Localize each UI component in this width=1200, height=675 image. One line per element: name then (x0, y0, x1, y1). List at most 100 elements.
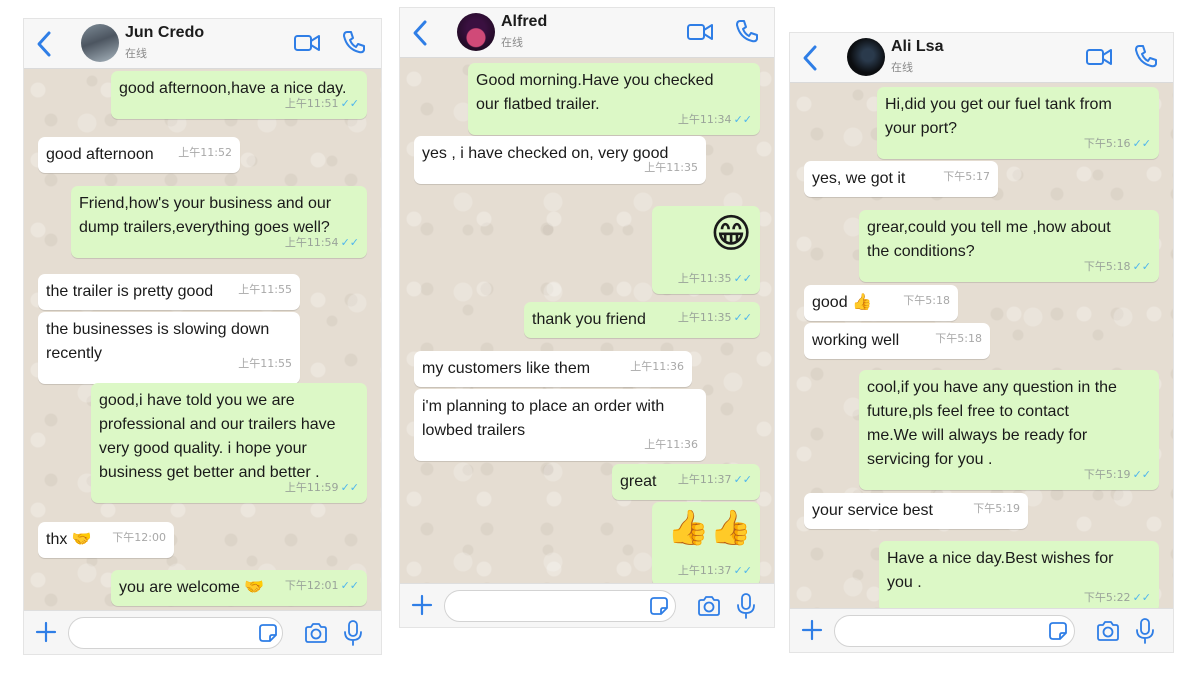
video-camera-icon[interactable] (293, 31, 321, 55)
message-bubble-outgoing[interactable]: great 上午11:37 ✓✓ (612, 464, 760, 500)
message-time: 上午11:35 (677, 272, 732, 285)
message-bubble-outgoing[interactable]: cool,if you have any question in the fut… (859, 370, 1159, 490)
message-bubble-incoming[interactable]: working well 下午5:18 (804, 323, 990, 359)
message-text: thx 🤝 (46, 531, 92, 548)
message-meta: 下午5:18 (935, 327, 982, 351)
message-meta: 下午5:18 (903, 289, 950, 313)
camera-icon[interactable] (1095, 619, 1121, 643)
microphone-icon[interactable] (736, 592, 756, 620)
message-text: great (620, 473, 657, 490)
message-text: good afternoon (46, 146, 154, 163)
video-camera-icon[interactable] (686, 20, 714, 44)
avatar[interactable] (847, 38, 885, 76)
phone-icon[interactable] (1133, 43, 1159, 69)
message-meta: 下午5:18 ✓✓ (1084, 255, 1151, 279)
chat-window-alfred: Alfred 在线 Good morning.Have you checked … (399, 7, 775, 628)
message-meta: 上午11:55 (238, 278, 292, 302)
message-bubble-incoming[interactable]: my customers like them 上午11:36 (414, 351, 692, 387)
message-time: 上午11:35 (644, 161, 698, 174)
microphone-icon[interactable] (1135, 617, 1155, 645)
microphone-icon[interactable] (343, 619, 363, 647)
message-bubble-incoming[interactable]: the trailer is pretty good 上午11:55 (38, 274, 300, 310)
plus-icon[interactable] (800, 618, 824, 642)
message-text: you are welcome 🤝 (119, 579, 265, 596)
message-meta: 上午11:35 ✓✓ (678, 267, 752, 291)
message-bubble-outgoing[interactable]: good,i have told you we are professional… (91, 383, 367, 503)
message-bubble-outgoing[interactable]: Friend,how's your business and our dump … (71, 186, 367, 258)
avatar[interactable] (457, 13, 495, 51)
chevron-left-icon[interactable] (32, 27, 56, 61)
message-bubble-incoming[interactable]: the businesses is slowing down recently 上… (38, 312, 300, 384)
input-bar (400, 583, 774, 627)
message-bubble-incoming[interactable]: thx 🤝 下午12:00 (38, 522, 174, 558)
sticker-icon[interactable] (1047, 620, 1069, 642)
contact-name[interactable]: Jun Credo (125, 24, 204, 42)
message-bubble-outgoing[interactable]: 👍👍 上午11:37 ✓✓ (652, 502, 760, 586)
chat-header: Alfred 在线 (400, 8, 774, 58)
message-time: 上午11:36 (630, 360, 684, 373)
avatar[interactable] (81, 24, 119, 62)
plus-icon[interactable] (410, 593, 434, 617)
message-meta: 上午11:36 (630, 355, 684, 379)
message-meta: 下午12:00 (112, 526, 166, 550)
message-time: 上午11:36 (644, 438, 698, 451)
sticker-icon[interactable] (648, 595, 670, 617)
message-text: your service best (812, 502, 933, 519)
message-bubble-outgoing[interactable]: Good morning.Have you checked our flatbe… (468, 63, 760, 135)
message-text: my customers like them (422, 360, 591, 377)
message-meta: 下午5:19 (973, 497, 1020, 521)
message-meta: 上午11:59 ✓✓ (285, 476, 359, 500)
phone-icon[interactable] (341, 29, 367, 55)
message-text: working well (812, 332, 900, 349)
message-input[interactable] (444, 590, 676, 622)
message-time: 上午11:37 (677, 473, 732, 486)
sticker-icon[interactable] (257, 622, 279, 644)
message-meta: 上午11:51 ✓✓ (285, 92, 359, 116)
input-bar (790, 608, 1173, 652)
message-bubble-incoming[interactable]: good 👍 下午5:18 (804, 285, 958, 321)
phone-icon[interactable] (734, 18, 760, 44)
message-bubble-outgoing[interactable]: Have a nice day.Best wishes for you . 下午5… (879, 541, 1159, 613)
message-meta: 下午5:22 ✓✓ (1084, 586, 1151, 610)
message-meta: 下午12:01 ✓✓ (285, 574, 359, 598)
message-input[interactable] (834, 615, 1075, 647)
message-bubble-incoming[interactable]: yes, we got it 下午5:17 (804, 161, 998, 197)
chat-window-jun-credo: Jun Credo 在线 good afternoon,have a nice … (23, 18, 382, 655)
message-bubble-incoming[interactable]: i'm planning to place an order with lowb… (414, 389, 706, 461)
message-meta: 上午11:36 (644, 433, 698, 457)
message-bubble-outgoing[interactable]: Hi,did you get our fuel tank from your p… (877, 87, 1159, 159)
contact-name[interactable]: Ali Lsa (891, 38, 943, 56)
message-meta: 上午11:35 (644, 156, 698, 180)
message-bubble-incoming[interactable]: yes , i have checked on, very good 上午11:3… (414, 136, 706, 184)
chevron-left-icon[interactable] (408, 16, 432, 50)
message-bubble-outgoing[interactable]: good afternoon,have a nice day. 上午11:51 ✓✓ (111, 71, 367, 119)
read-receipt-icon: ✓✓ (340, 579, 359, 592)
read-receipt-icon: ✓✓ (340, 481, 359, 494)
message-bubble-outgoing[interactable]: 😁 上午11:35 ✓✓ (652, 206, 760, 294)
camera-icon[interactable] (303, 621, 329, 645)
message-bubble-incoming[interactable]: good afternoon 上午11:52 (38, 137, 240, 173)
message-text: good,i have told you we are professional… (99, 392, 336, 481)
message-time: 下午12:00 (112, 531, 166, 544)
message-text: thank you friend (532, 311, 646, 328)
message-bubble-outgoing[interactable]: grear,could you tell me ,how about the c… (859, 210, 1159, 282)
message-text: yes, we got it (812, 170, 906, 187)
message-meta: 上午11:55 (238, 352, 292, 376)
contact-name[interactable]: Alfred (501, 13, 547, 31)
message-bubble-outgoing[interactable]: thank you friend 上午11:35 ✓✓ (524, 302, 760, 338)
chat-header: Jun Credo 在线 (24, 19, 381, 69)
message-bubble-outgoing[interactable]: you are welcome 🤝 下午12:01 ✓✓ (111, 570, 367, 606)
chevron-left-icon[interactable] (798, 41, 822, 75)
message-bubble-incoming[interactable]: your service best 下午5:19 (804, 493, 1028, 529)
video-camera-icon[interactable] (1085, 45, 1113, 69)
message-time: 下午5:19 (973, 502, 1020, 515)
camera-icon[interactable] (696, 594, 722, 618)
input-bar (24, 610, 381, 654)
plus-icon[interactable] (34, 620, 58, 644)
read-receipt-icon: ✓✓ (1132, 591, 1151, 604)
message-text: good 👍 (812, 294, 872, 311)
message-time: 下午5:18 (1083, 260, 1131, 273)
message-time: 上午11:52 (178, 146, 232, 159)
message-text: the trailer is pretty good (46, 283, 214, 300)
message-input[interactable] (68, 617, 283, 649)
